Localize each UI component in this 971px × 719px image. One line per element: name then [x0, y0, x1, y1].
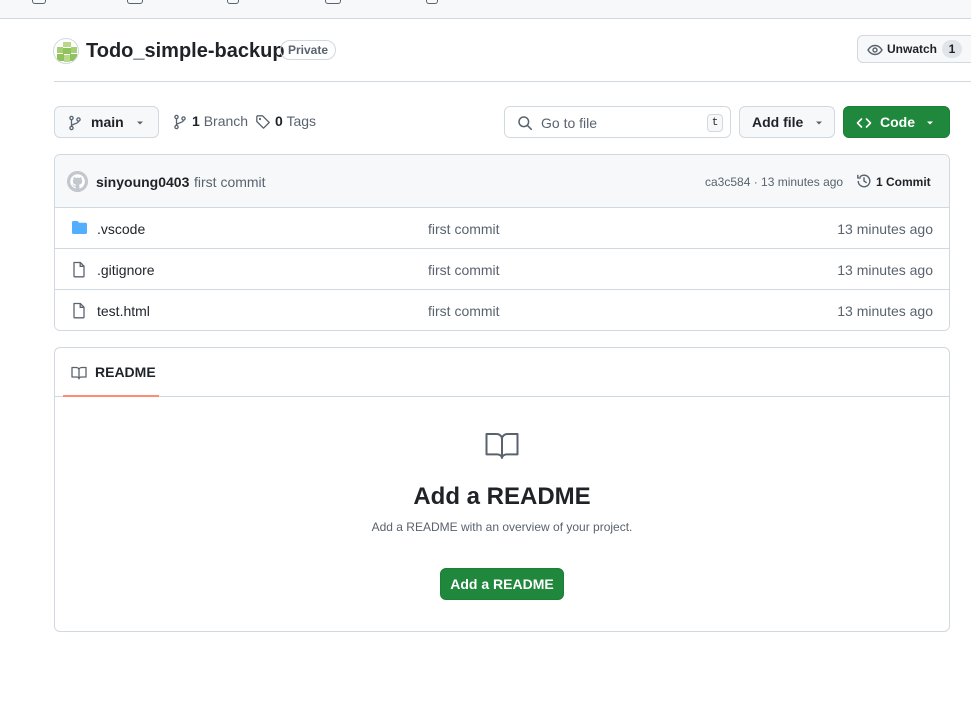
- branch-selector-button[interactable]: main: [54, 106, 159, 138]
- file-browser: sinyoung0403 first commit ca3c584 · 13 m…: [54, 154, 950, 331]
- keyboard-shortcut-hint: t: [707, 114, 723, 132]
- book-icon: [71, 365, 87, 384]
- visibility-badge: Private: [280, 40, 337, 60]
- search-icon: [517, 115, 533, 134]
- file-row[interactable]: test.html first commit 13 minutes ago: [55, 290, 949, 330]
- file-commit-message[interactable]: first commit: [428, 221, 500, 237]
- commits-count-link[interactable]: 1 Commit: [876, 175, 931, 189]
- header-divider: [54, 81, 971, 82]
- git-branch-icon: [172, 114, 188, 133]
- watch-count: 1: [942, 40, 962, 58]
- file-commit-message[interactable]: first commit: [428, 303, 500, 319]
- add-file-button[interactable]: Add file: [739, 106, 835, 138]
- unwatch-button[interactable]: Unwatch 1: [857, 35, 971, 63]
- chevron-down-icon: [924, 116, 936, 132]
- repo-name-link[interactable]: Todo_simple-backup: [86, 38, 285, 64]
- file-row[interactable]: .vscode first commit 13 minutes ago: [55, 208, 949, 249]
- file-age: 13 minutes ago: [837, 221, 933, 237]
- file-name-link[interactable]: .vscode: [97, 221, 145, 237]
- book-icon: [485, 432, 519, 463]
- commit-author[interactable]: sinyoung0403: [96, 174, 189, 190]
- file-name-link[interactable]: test.html: [97, 303, 150, 319]
- repo-header: Todo_simple-backup Private Unwatch 1: [0, 19, 971, 82]
- file-icon: [71, 302, 87, 322]
- eye-icon: [867, 42, 883, 61]
- file-name-link[interactable]: .gitignore: [97, 262, 155, 278]
- file-age: 13 minutes ago: [837, 303, 933, 319]
- go-to-file-input[interactable]: [541, 113, 701, 133]
- folder-icon: [71, 220, 88, 238]
- nav-icon[interactable]: [227, 0, 239, 4]
- file-commit-message[interactable]: first commit: [428, 262, 500, 278]
- readme-tab-label: README: [95, 364, 156, 380]
- branch-count: 1: [192, 113, 200, 129]
- code-label: Code: [880, 114, 915, 130]
- tag-count-label: Tags: [286, 113, 317, 129]
- git-branch-icon: [67, 115, 83, 134]
- readme-panel: README Add a README Add a README with an…: [54, 347, 950, 632]
- author-avatar[interactable]: [67, 171, 88, 192]
- file-row[interactable]: .gitignore first commit 13 minutes ago: [55, 249, 949, 290]
- tag-count: 0: [275, 113, 283, 129]
- nav-icon[interactable]: [127, 0, 143, 4]
- tag-icon: [255, 114, 271, 133]
- repo-nav-strip: [0, 0, 971, 19]
- tab-readme[interactable]: README: [63, 348, 159, 397]
- branch-name: main: [91, 114, 124, 130]
- add-file-label: Add file: [752, 114, 804, 130]
- owner-avatar[interactable]: [53, 38, 79, 64]
- code-button[interactable]: Code: [843, 106, 950, 138]
- add-readme-button[interactable]: Add a README: [440, 568, 564, 600]
- file-age: 13 minutes ago: [837, 262, 933, 278]
- commit-message[interactable]: first commit: [194, 174, 266, 190]
- readme-empty-subtitle: Add a README with an overview of your pr…: [371, 520, 633, 534]
- latest-commit-bar: sinyoung0403 first commit ca3c584 · 13 m…: [55, 155, 949, 208]
- branch-count-label: Branch: [203, 113, 249, 129]
- nav-icon[interactable]: [32, 0, 46, 4]
- file-icon: [71, 261, 87, 281]
- nav-icon[interactable]: [426, 0, 438, 4]
- commit-hash-time[interactable]: ca3c584 · 13 minutes ago: [705, 175, 843, 189]
- readme-empty-title: Add a README: [413, 483, 591, 510]
- chevron-down-icon: [813, 116, 825, 132]
- unwatch-label: Unwatch: [887, 42, 938, 56]
- history-icon: [856, 173, 872, 192]
- nav-icon[interactable]: [325, 0, 341, 4]
- readme-tabbar: README: [55, 348, 949, 397]
- chevron-down-icon: [134, 116, 146, 132]
- go-to-file-search[interactable]: t: [504, 106, 731, 138]
- code-icon: [856, 115, 872, 134]
